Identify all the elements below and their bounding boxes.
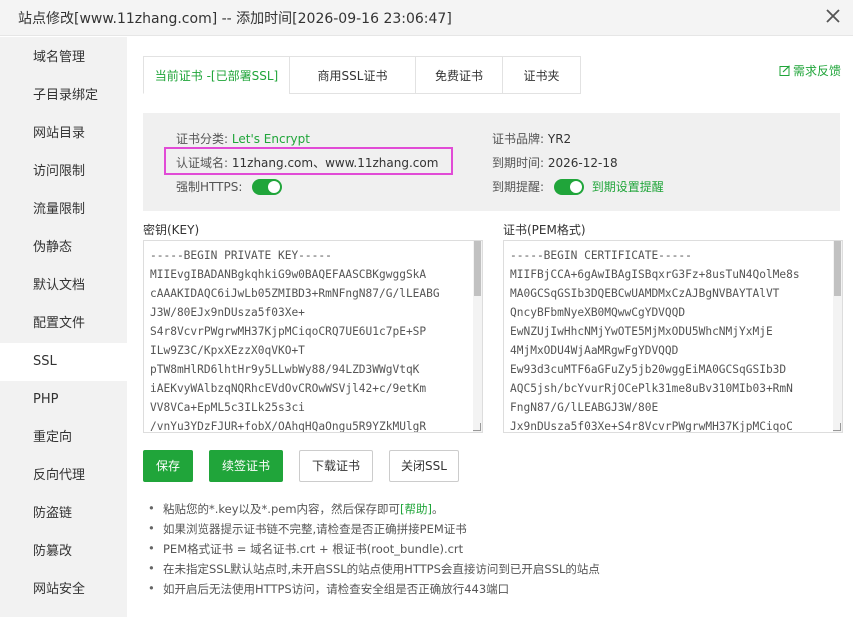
sidebar-item-traffic-limit[interactable]: 流量限制 bbox=[0, 191, 127, 229]
cert-expire-label: 到期时间: bbox=[492, 156, 545, 170]
cert-brand-row: 证书品牌: YR2 bbox=[492, 130, 571, 147]
note-text: 在未指定SSL默认站点时,未开启SSL的站点使用HTTPS会直接访问到已开启SS… bbox=[163, 562, 600, 576]
feedback-link[interactable]: 需求反馈 bbox=[779, 62, 841, 79]
note-text: PEM格式证书 = 域名证书.crt + 根证书(root_bundle).cr… bbox=[163, 542, 464, 556]
sidebar-item-domain[interactable]: 域名管理 bbox=[0, 39, 127, 77]
certificate-textarea[interactable]: -----BEGIN CERTIFICATE----- MIIFBjCCA+6g… bbox=[503, 240, 843, 433]
cert-expire-row: 到期时间: 2026-12-18 bbox=[492, 154, 618, 171]
sidebar-item-access-limit[interactable]: 访问限制 bbox=[0, 153, 127, 191]
sidebar-item-site-dir[interactable]: 网站目录 bbox=[0, 115, 127, 153]
expire-remind-link[interactable]: 到期设置提醒 bbox=[592, 180, 664, 194]
download-cert-button[interactable]: 下载证书 bbox=[299, 450, 373, 482]
sidebar-item-redirect[interactable]: 重定向 bbox=[0, 419, 127, 457]
sidebar-item-default-doc[interactable]: 默认文档 bbox=[0, 267, 127, 305]
note-suffix: 。 bbox=[432, 502, 444, 516]
sidebar-item-tamper[interactable]: 防篡改 bbox=[0, 533, 127, 571]
dialog-titlebar: 站点修改[www.11zhang.com] -- 添加时间[2026-09-16… bbox=[0, 0, 853, 36]
close-icon[interactable] bbox=[822, 5, 844, 27]
cert-scrollbar[interactable] bbox=[833, 241, 842, 432]
note-text: 粘贴您的*.key以及*.pem内容，然后保存即可 bbox=[163, 502, 401, 516]
feedback-label: 需求反馈 bbox=[793, 64, 842, 78]
sidebar-item-rewrite[interactable]: 伪静态 bbox=[0, 229, 127, 267]
save-button[interactable]: 保存 bbox=[143, 450, 193, 482]
dialog-title: 站点修改[www.11zhang.com] -- 添加时间[2026-09-16… bbox=[18, 11, 452, 27]
tab-current-cert[interactable]: 当前证书 -[已部署SSL] bbox=[143, 56, 290, 94]
force-https-row: 强制HTTPS: bbox=[176, 178, 283, 195]
key-field-label: 密钥(KEY) bbox=[143, 223, 200, 237]
expire-remind-row: 到期提醒: 到期设置提醒 bbox=[492, 178, 664, 195]
force-https-label: 强制HTTPS: bbox=[176, 180, 243, 194]
tab-cert-folder[interactable]: 证书夹 bbox=[502, 56, 581, 94]
certificate-text: -----BEGIN CERTIFICATE----- MIIFBjCCA+6g… bbox=[510, 249, 800, 433]
edit-icon bbox=[779, 65, 790, 76]
tab-free-cert[interactable]: 免费证书 bbox=[415, 56, 503, 94]
private-key-text: -----BEGIN PRIVATE KEY----- MIIEvgIBADAN… bbox=[150, 249, 440, 433]
sidebar-item-reverse-proxy[interactable]: 反向代理 bbox=[0, 457, 127, 495]
renew-cert-button[interactable]: 续签证书 bbox=[209, 450, 283, 482]
cert-brand-value: YR2 bbox=[547, 132, 572, 146]
close-ssl-button[interactable]: 关闭SSL bbox=[389, 450, 459, 482]
sidebar-item-hotlink[interactable]: 防盗链 bbox=[0, 495, 127, 533]
cert-type-value: Let's Encrypt bbox=[231, 132, 310, 146]
tab-commercial-ssl[interactable]: 商用SSL证书 bbox=[289, 56, 416, 94]
cert-type-label: 证书分类: bbox=[176, 132, 229, 146]
note-text: 如开启后无法使用HTTPS访问，请检查安全组是否正确放行443端口 bbox=[163, 582, 510, 596]
resize-handle-icon[interactable] bbox=[473, 423, 481, 431]
cert-type-row: 证书分类: Let's Encrypt bbox=[176, 130, 310, 147]
help-link[interactable]: [帮助] bbox=[400, 502, 432, 516]
domain-highlight-box bbox=[164, 147, 453, 175]
expire-remind-toggle[interactable] bbox=[553, 179, 584, 195]
private-key-textarea[interactable]: -----BEGIN PRIVATE KEY----- MIIEvgIBADAN… bbox=[143, 240, 483, 433]
sidebar-item-subdir[interactable]: 子目录绑定 bbox=[0, 77, 127, 115]
cert-expire-value: 2026-12-18 bbox=[547, 156, 618, 170]
sidebar-item-config[interactable]: 配置文件 bbox=[0, 305, 127, 343]
sidebar-item-ssl[interactable]: SSL bbox=[0, 343, 127, 381]
note-text: 如果浏览器提示证书链不完整,请检查是否正确拼接PEM证书 bbox=[163, 522, 467, 536]
sidebar: 域名管理 子目录绑定 网站目录 访问限制 流量限制 伪静态 默认文档 配置文件 … bbox=[0, 37, 127, 617]
sidebar-item-security[interactable]: 网站安全 bbox=[0, 571, 127, 609]
force-https-toggle[interactable] bbox=[252, 179, 283, 195]
resize-handle-icon[interactable] bbox=[833, 423, 841, 431]
cert-field-label: 证书(PEM格式) bbox=[503, 223, 586, 237]
expire-remind-label: 到期提醒: bbox=[492, 180, 545, 194]
cert-brand-label: 证书品牌: bbox=[492, 132, 545, 146]
key-scrollbar[interactable] bbox=[473, 241, 482, 432]
sidebar-item-php[interactable]: PHP bbox=[0, 381, 127, 419]
